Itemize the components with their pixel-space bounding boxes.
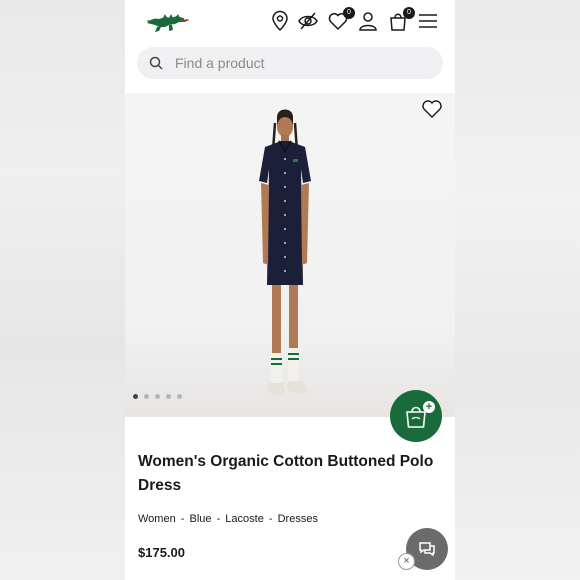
product-image-model — [259, 109, 311, 396]
chat-close-button[interactable]: × — [398, 553, 415, 570]
background-right — [455, 0, 580, 580]
shopping-bag-icon[interactable]: 0 — [387, 7, 415, 32]
product-title: Women's Organic Cotton Buttoned Polo Dre… — [138, 453, 434, 494]
add-to-wishlist-heart-icon[interactable] — [421, 99, 443, 119]
gallery-pagination — [133, 394, 182, 399]
search-icon — [149, 56, 163, 70]
menu-icon[interactable] — [417, 10, 439, 32]
gallery-dot[interactable] — [166, 394, 171, 399]
gallery-dot[interactable] — [133, 394, 138, 399]
search-bar[interactable]: Find a product — [137, 47, 443, 79]
product-image-gallery[interactable] — [125, 93, 455, 417]
breadcrumb: Women - Blue - Lacoste - Dresses — [138, 513, 318, 525]
breadcrumb-item-blue[interactable]: Blue — [189, 513, 211, 525]
search-placeholder: Find a product — [175, 55, 265, 71]
gallery-dot[interactable] — [144, 394, 149, 399]
phone-screen: 0 0 Find a product + Women's Organic Cot… — [125, 0, 455, 580]
plus-icon: + — [423, 401, 435, 413]
wishlist-heart-icon[interactable]: 0 — [327, 7, 355, 32]
wishlist-count-badge: 0 — [343, 7, 355, 19]
cart-count-badge: 0 — [403, 7, 415, 19]
gallery-dot[interactable] — [177, 394, 182, 399]
accessibility-icon[interactable] — [297, 10, 319, 32]
gallery-dot[interactable] — [155, 394, 160, 399]
crocodile-logo-icon[interactable] — [145, 9, 191, 35]
chat-bubble-icon — [419, 542, 435, 557]
breadcrumb-item-lacoste[interactable]: Lacoste — [225, 513, 264, 525]
add-to-bag-button[interactable]: + — [390, 390, 442, 442]
header: 0 0 — [125, 0, 455, 44]
breadcrumb-item-dresses[interactable]: Dresses — [278, 513, 318, 525]
store-locator-icon[interactable] — [269, 10, 291, 32]
account-icon[interactable] — [357, 10, 379, 32]
breadcrumb-item-women[interactable]: Women — [138, 513, 176, 525]
product-price: $175.00 — [138, 545, 185, 560]
background-left — [0, 0, 125, 580]
